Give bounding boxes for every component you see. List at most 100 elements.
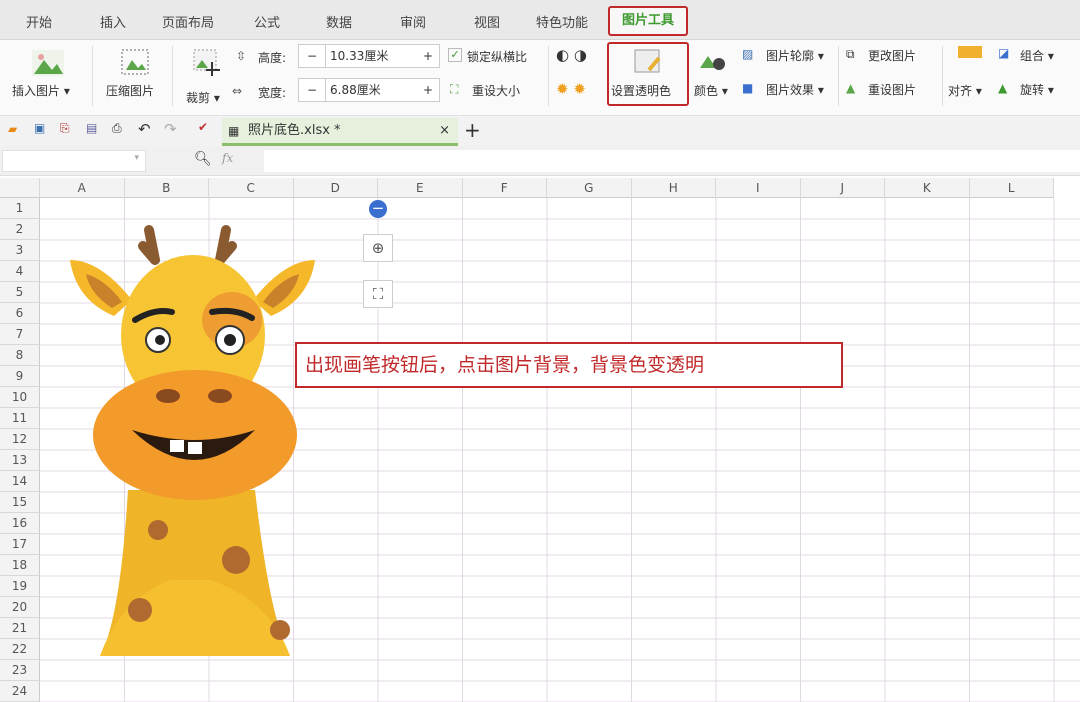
tab-2[interactable]: 页面布局 [162,12,214,31]
height-input[interactable]: 10.33厘米 [325,45,415,67]
preview-icon[interactable]: ⎙ [112,121,122,136]
column-header[interactable]: E [378,178,463,198]
formula-input[interactable] [264,150,1080,172]
zoom-formula-icon[interactable]: 🔍︎ [194,151,212,167]
crop-button[interactable]: 裁剪 ▾ [186,89,220,106]
crop-picture-icon[interactable]: ⛶ [363,280,393,308]
chevron-down-icon[interactable]: ▾ [134,153,139,163]
row-header[interactable]: 16 [0,513,40,534]
row-header[interactable]: 6 [0,303,40,324]
file-tab-name: 照片底色.xlsx * [248,123,341,138]
tab-picture-tools[interactable]: 图片工具 [608,6,688,36]
name-box[interactable]: ▾ [2,150,146,172]
crop-icon [193,49,220,76]
outline-button[interactable]: 图片轮廓 ▾ [766,47,824,64]
row-header[interactable]: 20 [0,597,40,618]
column-header[interactable]: C [209,178,294,198]
file-tab[interactable]: ▦ 照片底色.xlsx * × [222,118,458,146]
tab-4[interactable]: 数据 [326,12,352,31]
row-header[interactable]: 11 [0,408,40,429]
align-button[interactable]: 对齐 ▾ [948,82,982,99]
column-header[interactable]: H [631,178,716,198]
row-header[interactable]: 15 [0,492,40,513]
insert-picture-button[interactable]: 插入图片 ▾ [12,82,70,99]
collapse-icon[interactable]: − [369,200,387,218]
outline-icon: ▨ [742,47,754,61]
column-header[interactable]: L [969,178,1054,198]
width-label: 宽度: [258,86,287,100]
column-header[interactable]: B [124,178,209,198]
fx-icon[interactable]: fx [222,151,233,165]
row-header[interactable]: 4 [0,261,40,282]
tab-0[interactable]: 开始 [26,12,52,31]
row-header[interactable]: 22 [0,639,40,660]
width-decrease[interactable]: − [307,79,317,101]
color-button[interactable]: 颜色 ▾ [694,82,728,99]
formula-bar: ▾ 🔍︎ fx [0,146,1080,176]
reset-size-button[interactable]: 重设大小 [472,82,520,99]
row-header[interactable]: 5 [0,282,40,303]
rotate-button[interactable]: 旋转 ▾ [1020,81,1054,98]
tab-7[interactable]: 特色功能 [536,12,588,31]
row-header[interactable]: 14 [0,471,40,492]
pdf-icon[interactable]: ⎘ [60,121,70,136]
height-increase[interactable]: + [423,45,433,67]
row-header[interactable]: 18 [0,555,40,576]
zoom-picture-icon[interactable]: ⊕ [363,234,393,262]
row-header[interactable]: 9 [0,366,40,387]
column-header[interactable]: F [462,178,547,198]
giraffe-picture[interactable] [60,220,330,656]
set-transparent-label: 设置透明色 [611,84,672,98]
lock-ratio-label[interactable]: 锁定纵横比 [467,48,527,65]
row-header[interactable]: 23 [0,660,40,681]
tab-1[interactable]: 插入 [100,12,126,31]
save-icon[interactable]: ▣ [34,121,45,135]
row-header[interactable]: 24 [0,681,40,702]
tab-3[interactable]: 公式 [254,12,280,31]
width-stepper[interactable]: −6.88厘米 + [298,78,440,102]
undo-icon[interactable]: ↶ [138,120,151,138]
row-header[interactable]: 12 [0,429,40,450]
group-button[interactable]: 组合 ▾ [1020,47,1054,64]
height-stepper[interactable]: −10.33厘米 + [298,44,440,68]
open-icon[interactable]: ▰ [8,122,17,136]
column-header[interactable]: D [293,178,378,198]
row-header[interactable]: 17 [0,534,40,555]
column-header[interactable]: I [716,178,801,198]
change-picture-button[interactable]: 更改图片 [868,47,916,64]
set-transparent-button[interactable]: 设置透明色 [607,42,689,106]
row-header[interactable]: 8 [0,345,40,366]
column-header[interactable]: J [800,178,885,198]
row-header[interactable]: 10 [0,387,40,408]
print-icon[interactable]: ▤ [86,121,97,135]
row-header[interactable]: 13 [0,450,40,471]
row-header[interactable]: 3 [0,240,40,261]
effects-button[interactable]: 图片效果 ▾ [766,81,824,98]
format-painter-icon[interactable]: ✔ [198,120,208,134]
select-all-corner[interactable] [0,178,40,198]
width-increase[interactable]: + [423,79,433,101]
contrast-icons[interactable]: ◐ ◑ [556,46,587,64]
new-tab-button[interactable]: + [464,118,481,142]
height-icon: ⇳ [236,49,247,63]
column-header[interactable]: A [40,178,125,198]
lock-ratio-checkbox[interactable]: ✓ [448,48,462,62]
row-header[interactable]: 7 [0,324,40,345]
row-header[interactable]: 19 [0,576,40,597]
height-decrease[interactable]: − [307,45,317,67]
compress-picture-button[interactable]: 压缩图片 [106,82,154,99]
brightness-icons[interactable]: ✹ ✹ [556,80,586,98]
row-header[interactable]: 1 [0,198,40,219]
row-header[interactable]: 2 [0,219,40,240]
close-tab-button[interactable]: × [439,118,450,144]
reset-size-icon: ⛶ [450,82,459,96]
width-input[interactable]: 6.88厘米 [325,79,415,101]
column-header[interactable]: K [885,178,970,198]
column-header[interactable]: G [547,178,632,198]
reset-picture-button[interactable]: 重设图片 [868,81,916,98]
redo-icon[interactable]: ↷ [164,120,177,138]
row-header[interactable]: 21 [0,618,40,639]
reset-picture-icon: ▲ [846,81,856,95]
tab-5[interactable]: 审阅 [400,12,426,31]
tab-6[interactable]: 视图 [474,12,500,31]
